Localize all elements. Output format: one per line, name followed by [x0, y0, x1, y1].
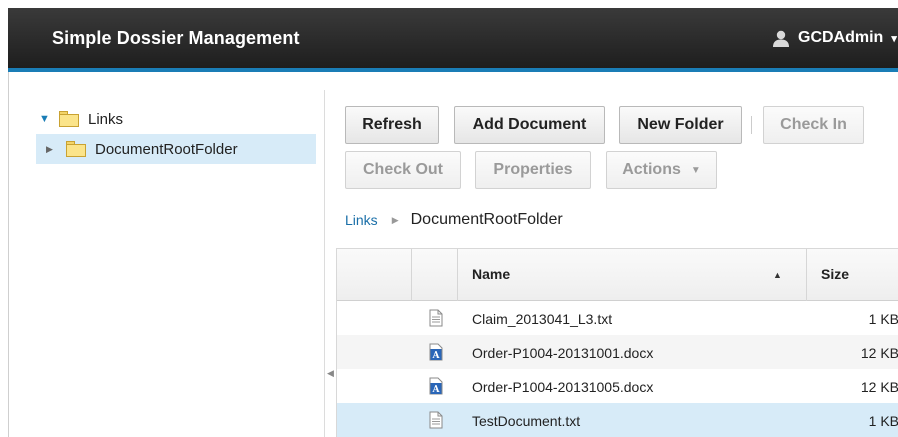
folder-icon — [66, 141, 86, 157]
folder-tree: ▼ Links ▶ DocumentRootFolder — [9, 72, 317, 437]
pane-splitter[interactable] — [324, 90, 325, 437]
breadcrumb-separator-icon: ▶ — [391, 214, 399, 225]
actions-dropdown-button[interactable]: Actions ▼ — [606, 151, 717, 189]
table-row[interactable]: A Order-P1004-20131001.docx 12 KB — [337, 335, 898, 369]
toolbar-separator — [751, 116, 752, 134]
file-size: 1 KB — [868, 311, 898, 327]
user-icon — [773, 30, 789, 47]
breadcrumb: Links ▶ DocumentRootFolder — [345, 211, 563, 229]
file-name[interactable]: TestDocument.txt — [472, 413, 580, 429]
column-divider — [457, 249, 458, 301]
tree-node-label: Links — [88, 110, 124, 128]
document-grid: Name ▲ Size Claim_2013041_L3.txt 1 KB A Ord… — [336, 248, 898, 437]
file-size: 12 KB — [860, 379, 898, 395]
user-name: GCDAdmin — [798, 29, 884, 46]
file-name[interactable]: Claim_2013041_L3.txt — [472, 311, 612, 327]
sort-ascending-icon[interactable]: ▲ — [773, 270, 782, 280]
table-row[interactable]: Claim_2013041_L3.txt 1 KB — [337, 301, 898, 335]
file-size: 12 KB — [860, 345, 898, 361]
collapse-arrow-icon[interactable]: ▶ — [46, 144, 58, 155]
tree-node-label: DocumentRootFolder — [95, 140, 238, 158]
svg-text:A: A — [432, 351, 441, 361]
column-divider — [806, 249, 807, 301]
column-divider — [411, 249, 412, 301]
word-document-icon: A — [429, 377, 443, 395]
column-header-name[interactable]: Name — [472, 266, 510, 282]
new-folder-button[interactable]: New Folder — [619, 106, 742, 144]
tree-node-document-root-folder[interactable]: ▶ DocumentRootFolder — [36, 134, 316, 164]
file-size: 1 KB — [868, 413, 898, 429]
app-title: Simple Dossier Management — [52, 28, 300, 48]
grid-header: Name ▲ Size — [337, 249, 898, 301]
file-name[interactable]: Order-P1004-20131001.docx — [472, 345, 653, 361]
user-menu[interactable]: GCDAdmin ▾ — [772, 29, 897, 47]
table-row[interactable]: A Order-P1004-20131005.docx 12 KB — [337, 369, 898, 403]
chevron-down-icon: ▼ — [690, 164, 701, 176]
svg-text:A: A — [432, 385, 441, 395]
tree-node-links[interactable]: ▼ Links — [39, 104, 123, 134]
app-header: Simple Dossier Management GCDAdmin ▾ — [8, 8, 898, 68]
expand-arrow-icon[interactable]: ▼ — [39, 113, 51, 125]
breadcrumb-link-links[interactable]: Links — [345, 212, 378, 228]
folder-icon — [59, 111, 79, 127]
file-name[interactable]: Order-P1004-20131005.docx — [472, 379, 653, 395]
properties-button[interactable]: Properties — [475, 151, 591, 189]
breadcrumb-current: DocumentRootFolder — [410, 211, 563, 228]
text-file-icon — [429, 309, 443, 327]
actions-label: Actions — [622, 161, 681, 178]
text-file-icon — [429, 411, 443, 429]
refresh-button[interactable]: Refresh — [345, 106, 439, 144]
table-row[interactable]: TestDocument.txt 1 KB — [337, 403, 898, 437]
check-out-button[interactable]: Check Out — [345, 151, 461, 189]
add-document-button[interactable]: Add Document — [454, 106, 605, 144]
check-in-button[interactable]: Check In — [763, 106, 864, 144]
chevron-down-icon: ▾ — [891, 32, 897, 45]
word-document-icon: A — [429, 343, 443, 361]
splitter-arrow-icon[interactable]: ◀ — [327, 368, 334, 379]
column-header-size[interactable]: Size — [821, 266, 849, 282]
